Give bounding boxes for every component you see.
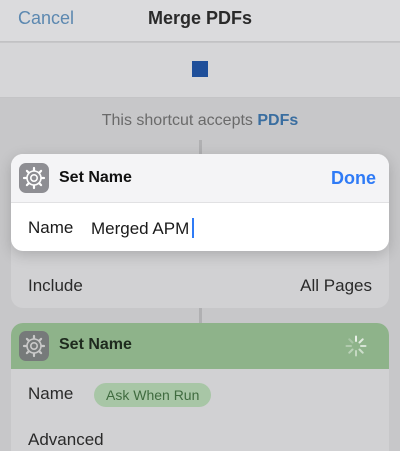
set-name-action-card: Set Name Done Name Merged APM — [11, 154, 389, 251]
ask-when-run-chip[interactable]: Ask When Run — [94, 383, 212, 407]
name-input[interactable]: Merged APM — [91, 218, 195, 239]
include-value[interactable]: All Pages — [300, 276, 372, 296]
text-caret — [192, 218, 195, 238]
gear-icon — [19, 331, 49, 361]
include-label: Include — [28, 276, 83, 295]
gear-icon — [19, 163, 49, 193]
name-label: Name — [28, 218, 74, 237]
action-header-2: Set Name — [11, 323, 389, 369]
action-title-2: Set Name — [59, 336, 132, 353]
name-row: Name Merged APM — [11, 203, 389, 251]
advanced-label[interactable]: Advanced — [28, 430, 104, 450]
spinner-icon — [345, 335, 367, 357]
name-input-value: Merged APM — [91, 219, 190, 238]
shortcut-accepts-text: This shortcut accepts PDFs — [0, 112, 400, 130]
stop-icon[interactable] — [192, 61, 208, 77]
page-title: Merge PDFs — [147, 8, 253, 28]
nav-bar: Cancel Merge PDFs — [0, 0, 400, 42]
accepts-type-link[interactable]: PDFs — [257, 112, 298, 129]
accepts-prefix: This shortcut accepts — [101, 112, 253, 129]
done-button[interactable]: Done — [331, 168, 376, 189]
name-label-2: Name — [28, 384, 74, 403]
flow-connector — [199, 308, 202, 324]
action-header: Set Name Done — [11, 154, 389, 203]
action-title: Set Name — [59, 169, 132, 186]
